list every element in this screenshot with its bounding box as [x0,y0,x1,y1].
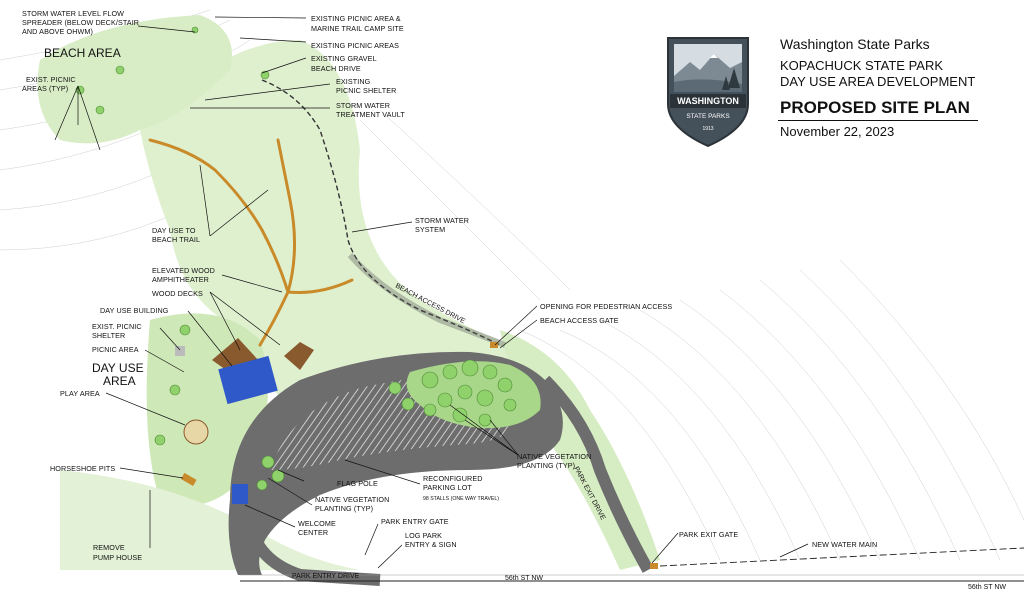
title-divider [778,120,978,121]
callout-stalls-note: 98 STALLS (ONE WAY TRAVEL) [423,496,499,502]
callout-treatment-vault-2: TREATMENT VAULT [336,110,405,119]
picnic-shelter [175,346,185,356]
callout-exist-picnic-areas-2: AREAS (TYP) [22,84,68,93]
project-name: DAY USE AREA DEVELOPMENT [780,74,976,89]
callout-log-park-entry-1: LOG PARK [405,531,442,540]
callout-exist-shelter-1: EXIST. PICNIC [92,322,142,331]
callout-day-use-trail-2: BEACH TRAIL [152,235,200,244]
callout-picnic-area: PICNIC AREA [92,345,139,354]
callout-existing-shelter-1: EXISTING [336,77,371,86]
callout-storm-system-2: SYSTEM [415,225,445,234]
callout-log-park-entry-2: ENTRY & SIGN [405,540,457,549]
day-use-area-label-line2: AREA [103,374,136,388]
plan-title: PROPOSED SITE PLAN [780,98,970,117]
callout-gravel-drive-1: EXISTING GRAVEL [311,54,377,63]
organization-name: Washington State Parks [780,36,930,52]
callout-play-area: PLAY AREA [60,389,100,398]
callout-exist-shelter-2: SHELTER [92,331,125,340]
callout-storm-spreader-2: SPREADER (BELOW DECK/STAIR [22,18,139,27]
callout-native-veg-right-2: PLANTING (TYP) [517,461,575,470]
day-use-area-label-line1: DAY USE [92,361,144,375]
callout-welcome-center-1: WELCOME [298,519,336,528]
callout-storm-system-1: STORM WATER [415,216,469,225]
exit-gate [650,563,658,569]
welcome-center [232,484,248,504]
callout-picnic-marine-2: MARINE TRAIL CAMP SITE [311,24,404,33]
callout-park-exit-gate: PARK EXIT GATE [679,530,738,539]
beach-area-label: BEACH AREA [44,46,121,60]
callout-treatment-vault-1: STORM WATER [336,101,390,110]
label-56th-st-main: 56th ST NW [505,575,543,582]
washington-state-parks-logo: WASHINGTON STATE PARKS 1913 [667,37,749,148]
callout-exist-picnic-areas-1: EXIST. PICNIC [26,75,76,84]
logo-name: WASHINGTON [677,96,739,106]
plan-date: November 22, 2023 [780,124,895,139]
callout-native-veg-left-2: PLANTING (TYP) [315,504,373,513]
callout-existing-picnic-areas: EXISTING PICNIC AREAS [311,41,399,50]
callout-flag-pole: FLAG POLE [337,479,378,488]
callout-day-use-trail-1: DAY USE TO [152,226,196,235]
callout-storm-spreader-1: STORM WATER LEVEL FLOW [22,9,124,18]
callout-existing-shelter-2: PICNIC SHELTER [336,86,396,95]
park-name: KOPACHUCK STATE PARK [780,58,944,73]
callout-native-veg-right-1: NATIVE VEGETATION [517,452,591,461]
callout-picnic-marine-1: EXISTING PICNIC AREA & [311,14,401,23]
logo-year: 1913 [702,126,713,132]
callout-amphitheater-1: ELEVATED WOOD [152,266,215,275]
logo-subtitle: STATE PARKS [686,113,730,120]
callout-pedestrian-opening: OPENING FOR PEDESTRIAN ACCESS [540,302,672,311]
callout-remove-pump-2: PUMP HOUSE [93,553,142,562]
play-area [183,419,209,445]
callout-wood-decks: WOOD DECKS [152,289,203,298]
callout-reconfigured-lot-1: RECONFIGURED [423,474,483,483]
callout-remove-pump-1: REMOVE [93,543,125,552]
callout-storm-spreader-3: AND ABOVE OHWM) [22,27,93,36]
callout-amphitheater-2: AMPHITHEATER [152,275,209,284]
callout-gravel-drive-2: BEACH DRIVE [311,64,361,73]
callout-beach-access-gate: BEACH ACCESS GATE [540,316,619,325]
callout-native-veg-left-1: NATIVE VEGETATION [315,495,389,504]
callout-welcome-center-2: CENTER [298,528,328,537]
callout-new-water-main: NEW WATER MAIN [812,540,877,549]
callout-day-use-building: DAY USE BUILDING [100,306,169,315]
label-park-entry-drive: PARK ENTRY DRIVE [292,573,360,580]
callout-horseshoe-pits: HORSESHOE PITS [50,464,115,473]
title-block: WASHINGTON STATE PARKS 1913 Washington S… [660,28,996,150]
callout-park-entry-gate: PARK ENTRY GATE [381,517,449,526]
callout-reconfigured-lot-2: PARKING LOT [423,483,472,492]
label-56th-st-right: 56th ST NW [968,584,1006,591]
